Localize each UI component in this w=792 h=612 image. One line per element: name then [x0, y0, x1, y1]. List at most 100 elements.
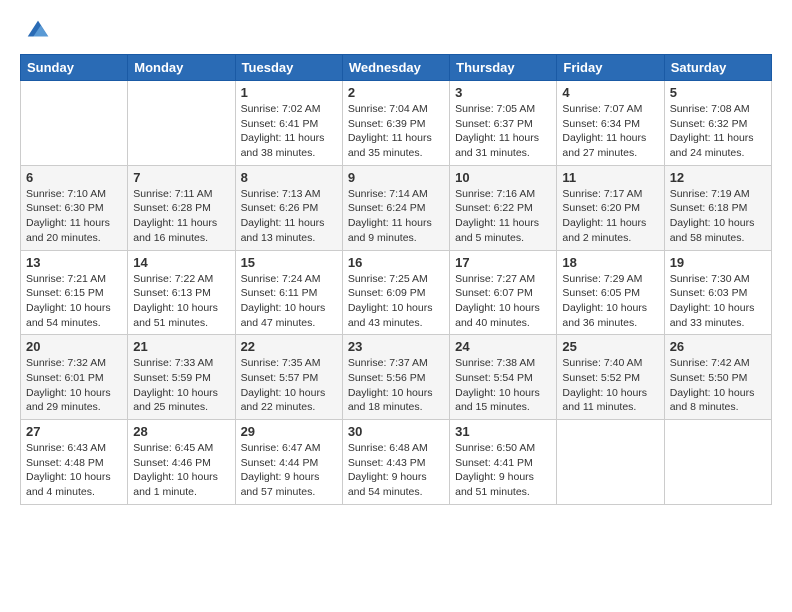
- cell-day-number: 5: [670, 85, 766, 100]
- calendar-cell: 8 Sunrise: 7:13 AMSunset: 6:26 PMDaylight…: [235, 165, 342, 250]
- week-row-2: 6 Sunrise: 7:10 AMSunset: 6:30 PMDaylight…: [21, 165, 772, 250]
- cell-info: Sunrise: 6:50 AMSunset: 4:41 PMDaylight:…: [455, 441, 551, 500]
- cell-info: Sunrise: 6:45 AMSunset: 4:46 PMDaylight:…: [133, 441, 229, 500]
- calendar-cell: 25 Sunrise: 7:40 AMSunset: 5:52 PMDayligh…: [557, 335, 664, 420]
- calendar-cell: 11Sunrise: 7:17 AMSunset: 6:20 PMDayligh…: [557, 165, 664, 250]
- calendar-cell: 21 Sunrise: 7:33 AMSunset: 5:59 PMDayligh…: [128, 335, 235, 420]
- calendar-cell: 26 Sunrise: 7:42 AMSunset: 5:50 PMDayligh…: [664, 335, 771, 420]
- cell-info: Sunrise: 7:27 AMSunset: 6:07 PMDaylight:…: [455, 272, 551, 331]
- cell-info: Sunrise: 7:38 AMSunset: 5:54 PMDaylight:…: [455, 356, 551, 415]
- cell-day-number: 18: [562, 255, 658, 270]
- cell-info: Sunrise: 7:13 AMSunset: 6:26 PMDaylight:…: [241, 187, 337, 246]
- calendar-cell: [128, 81, 235, 166]
- cell-info: Sunrise: 7:05 AMSunset: 6:37 PMDaylight:…: [455, 102, 551, 161]
- weekday-header-sunday: Sunday: [21, 55, 128, 81]
- cell-info: Sunrise: 7:22 AMSunset: 6:13 PMDaylight:…: [133, 272, 229, 331]
- calendar-cell: 4 Sunrise: 7:07 AMSunset: 6:34 PMDaylight…: [557, 81, 664, 166]
- cell-info: Sunrise: 7:07 AMSunset: 6:34 PMDaylight:…: [562, 102, 658, 161]
- cell-day-number: 14: [133, 255, 229, 270]
- calendar-cell: 19 Sunrise: 7:30 AMSunset: 6:03 PMDayligh…: [664, 250, 771, 335]
- weekday-header-saturday: Saturday: [664, 55, 771, 81]
- calendar-cell: 2Sunrise: 7:04 AMSunset: 6:39 PMDaylight…: [342, 81, 449, 166]
- cell-info: Sunrise: 6:48 AMSunset: 4:43 PMDaylight:…: [348, 441, 444, 500]
- calendar-cell: 23 Sunrise: 7:37 AMSunset: 5:56 PMDayligh…: [342, 335, 449, 420]
- logo: [20, 16, 52, 44]
- cell-info: Sunrise: 7:02 AMSunset: 6:41 PMDaylight:…: [241, 102, 337, 161]
- cell-day-number: 22: [241, 339, 337, 354]
- cell-day-number: 17: [455, 255, 551, 270]
- calendar-cell: [21, 81, 128, 166]
- week-row-3: 13Sunrise: 7:21 AMSunset: 6:15 PMDayligh…: [21, 250, 772, 335]
- cell-day-number: 9: [348, 170, 444, 185]
- weekday-header-monday: Monday: [128, 55, 235, 81]
- weekday-header-thursday: Thursday: [450, 55, 557, 81]
- cell-day-number: 3: [455, 85, 551, 100]
- cell-day-number: 8: [241, 170, 337, 185]
- cell-info: Sunrise: 7:24 AMSunset: 6:11 PMDaylight:…: [241, 272, 337, 331]
- cell-info: Sunrise: 7:32 AMSunset: 6:01 PMDaylight:…: [26, 356, 122, 415]
- cell-day-number: 2: [348, 85, 444, 100]
- calendar-cell: 10 Sunrise: 7:16 AMSunset: 6:22 PMDayligh…: [450, 165, 557, 250]
- cell-day-number: 27: [26, 424, 122, 439]
- cell-info: Sunrise: 7:30 AMSunset: 6:03 PMDaylight:…: [670, 272, 766, 331]
- week-row-5: 27Sunrise: 6:43 AMSunset: 4:48 PMDayligh…: [21, 420, 772, 505]
- calendar-cell: 17 Sunrise: 7:27 AMSunset: 6:07 PMDayligh…: [450, 250, 557, 335]
- cell-day-number: 28: [133, 424, 229, 439]
- cell-day-number: 26: [670, 339, 766, 354]
- calendar-cell: 5 Sunrise: 7:08 AMSunset: 6:32 PMDaylight…: [664, 81, 771, 166]
- cell-day-number: 12: [670, 170, 766, 185]
- cell-info: Sunrise: 7:10 AMSunset: 6:30 PMDaylight:…: [26, 187, 122, 246]
- logo-icon: [24, 16, 52, 44]
- calendar-cell: 1 Sunrise: 7:02 AMSunset: 6:41 PMDaylight…: [235, 81, 342, 166]
- cell-day-number: 25: [562, 339, 658, 354]
- header: [20, 16, 772, 44]
- cell-day-number: 10: [455, 170, 551, 185]
- cell-day-number: 1: [241, 85, 337, 100]
- cell-day-number: 16: [348, 255, 444, 270]
- calendar-cell: 3 Sunrise: 7:05 AMSunset: 6:37 PMDaylight…: [450, 81, 557, 166]
- weekday-header-row: SundayMondayTuesdayWednesdayThursdayFrid…: [21, 55, 772, 81]
- calendar-cell: 16 Sunrise: 7:25 AMSunset: 6:09 PMDayligh…: [342, 250, 449, 335]
- cell-info: Sunrise: 7:29 AMSunset: 6:05 PMDaylight:…: [562, 272, 658, 331]
- week-row-4: 20Sunrise: 7:32 AMSunset: 6:01 PMDayligh…: [21, 335, 772, 420]
- calendar-cell: 12 Sunrise: 7:19 AMSunset: 6:18 PMDayligh…: [664, 165, 771, 250]
- cell-day-number: 23: [348, 339, 444, 354]
- cell-info: Sunrise: 7:33 AMSunset: 5:59 PMDaylight:…: [133, 356, 229, 415]
- cell-info: Sunrise: 7:25 AMSunset: 6:09 PMDaylight:…: [348, 272, 444, 331]
- calendar-cell: 24 Sunrise: 7:38 AMSunset: 5:54 PMDayligh…: [450, 335, 557, 420]
- cell-info: Sunrise: 6:47 AMSunset: 4:44 PMDaylight:…: [241, 441, 337, 500]
- cell-day-number: 29: [241, 424, 337, 439]
- weekday-header-wednesday: Wednesday: [342, 55, 449, 81]
- cell-day-number: 24: [455, 339, 551, 354]
- weekday-header-tuesday: Tuesday: [235, 55, 342, 81]
- cell-info: Sunrise: 7:35 AMSunset: 5:57 PMDaylight:…: [241, 356, 337, 415]
- calendar-cell: 30 Sunrise: 6:48 AMSunset: 4:43 PMDayligh…: [342, 420, 449, 505]
- calendar-cell: 28 Sunrise: 6:45 AMSunset: 4:46 PMDayligh…: [128, 420, 235, 505]
- cell-info: Sunrise: 7:37 AMSunset: 5:56 PMDaylight:…: [348, 356, 444, 415]
- cell-info: Sunrise: 7:42 AMSunset: 5:50 PMDaylight:…: [670, 356, 766, 415]
- cell-info: Sunrise: 7:14 AMSunset: 6:24 PMDaylight:…: [348, 187, 444, 246]
- cell-day-number: 11: [562, 170, 658, 185]
- calendar-cell: 6 Sunrise: 7:10 AMSunset: 6:30 PMDaylight…: [21, 165, 128, 250]
- cell-info: Sunrise: 7:40 AMSunset: 5:52 PMDaylight:…: [562, 356, 658, 415]
- calendar-cell: 31 Sunrise: 6:50 AMSunset: 4:41 PMDayligh…: [450, 420, 557, 505]
- calendar-cell: 9 Sunrise: 7:14 AMSunset: 6:24 PMDaylight…: [342, 165, 449, 250]
- cell-info: Sunrise: 7:08 AMSunset: 6:32 PMDaylight:…: [670, 102, 766, 161]
- cell-day-number: 7: [133, 170, 229, 185]
- cell-info: Sunrise: 7:19 AMSunset: 6:18 PMDaylight:…: [670, 187, 766, 246]
- page: SundayMondayTuesdayWednesdayThursdayFrid…: [0, 0, 792, 521]
- calendar-cell: [664, 420, 771, 505]
- cell-day-number: 15: [241, 255, 337, 270]
- cell-day-number: 6: [26, 170, 122, 185]
- cell-day-number: 30: [348, 424, 444, 439]
- cell-day-number: 31: [455, 424, 551, 439]
- calendar-cell: 14 Sunrise: 7:22 AMSunset: 6:13 PMDayligh…: [128, 250, 235, 335]
- cell-info: Sunrise: 7:21 AMSunset: 6:15 PMDaylight:…: [26, 272, 122, 331]
- cell-day-number: 4: [562, 85, 658, 100]
- cell-info: Sunrise: 7:16 AMSunset: 6:22 PMDaylight:…: [455, 187, 551, 246]
- cell-day-number: 21: [133, 339, 229, 354]
- calendar-cell: 7Sunrise: 7:11 AMSunset: 6:28 PMDaylight…: [128, 165, 235, 250]
- calendar-cell: 29 Sunrise: 6:47 AMSunset: 4:44 PMDayligh…: [235, 420, 342, 505]
- calendar-cell: 18 Sunrise: 7:29 AMSunset: 6:05 PMDayligh…: [557, 250, 664, 335]
- cell-day-number: 19: [670, 255, 766, 270]
